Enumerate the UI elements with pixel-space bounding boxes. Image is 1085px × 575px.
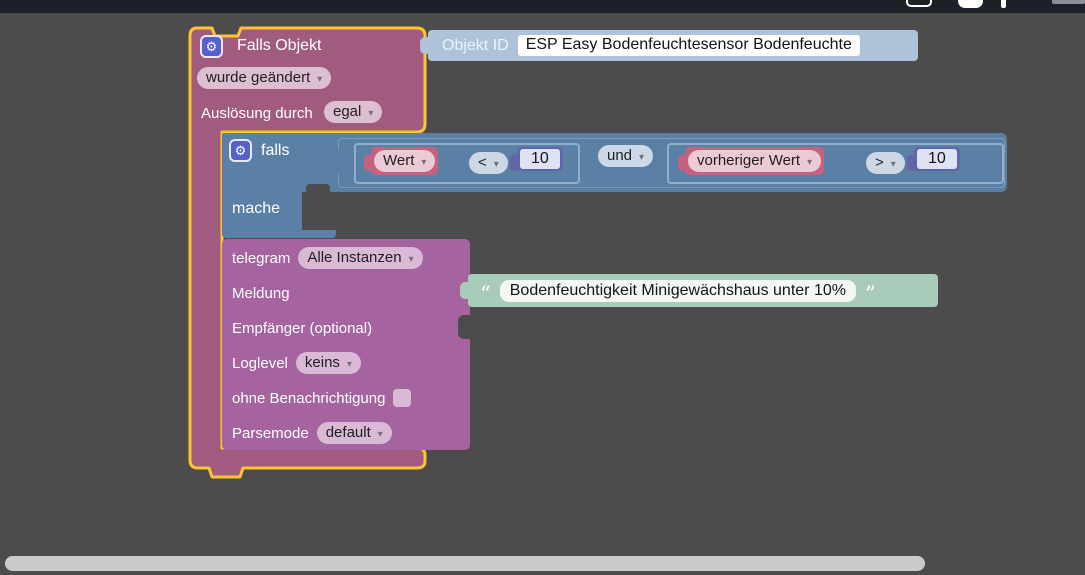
telegram-loglevel-label: Loglevel: [232, 354, 288, 372]
text-input[interactable]: Bodenfeuchtigkeit Minigewächshaus unter …: [499, 279, 856, 302]
telegram-silent-checkbox[interactable]: [393, 389, 412, 407]
empty-statement-socket[interactable]: [306, 184, 330, 192]
und-operator-dropdown[interactable]: und: [598, 145, 654, 167]
dropdown-arrow-icon: [891, 154, 896, 171]
objekt-id-block[interactable]: Objekt ID ESP Easy Bodenfeuchtesensor Bo…: [420, 30, 918, 61]
operator-dropdown[interactable]: >: [866, 152, 905, 174]
objekt-id-input[interactable]: ESP Easy Bodenfeuchtesensor Bodenfeuchte: [517, 35, 860, 56]
dropdown-arrow-icon: [807, 152, 812, 169]
open-quote-icon: “: [480, 282, 491, 307]
operator-dropdown[interactable]: <: [469, 152, 508, 174]
telegram-loglevel-dropdown[interactable]: keins: [295, 352, 361, 374]
value-dropdown[interactable]: Wert: [374, 150, 436, 172]
trigger-event-value: wurde geändert: [206, 69, 311, 86]
falls-block-bottom[interactable]: [222, 230, 336, 238]
dropdown-arrow-icon: [639, 147, 644, 164]
und-operator-value: und: [607, 147, 633, 164]
mutator-gear-icon[interactable]: ⚙: [200, 35, 223, 58]
trigger-title: Falls Objekt: [237, 37, 322, 54]
dropdown-arrow-icon: [409, 249, 414, 266]
operator-value: >: [875, 154, 884, 171]
number-input[interactable]: 10: [520, 149, 560, 169]
logic-und-output-tab: [327, 150, 341, 174]
telegram-title: telegram: [232, 249, 291, 267]
telegram-recipient-label: Empfänger (optional): [232, 319, 373, 337]
mache-label: mache: [232, 200, 281, 217]
dropdown-arrow-icon: [368, 103, 373, 120]
close-quote-icon: ”: [864, 282, 876, 307]
operator-value: <: [478, 154, 487, 171]
dropdown-arrow-icon: [378, 424, 383, 441]
telegram-loglevel-value: keins: [304, 354, 340, 371]
telegram-message-label: Meldung: [232, 284, 290, 302]
value-name: vorheriger Wert: [697, 152, 801, 169]
number-block[interactable]: 10: [510, 147, 563, 171]
trigger-by-value: egal: [333, 103, 362, 120]
trigger-event-dropdown[interactable]: wurde geändert: [197, 67, 332, 89]
telegram-block[interactable]: telegram Alle Instanzen Meldung Empfänge…: [222, 239, 470, 450]
blockly-workspace[interactable]: ⚙ Falls Objekt wurde geändert Auslösung …: [0, 0, 1085, 575]
horizontal-scrollbar[interactable]: [5, 556, 925, 571]
text-block[interactable]: “ Bodenfeuchtigkeit Minigewächshaus unte…: [460, 274, 938, 307]
telegram-parsemode-value: default: [325, 424, 371, 441]
telegram-silent-label: ohne Benachrichtigung: [232, 389, 386, 407]
dropdown-arrow-icon: [347, 354, 352, 371]
mutator-gear-icon[interactable]: ⚙: [229, 139, 252, 162]
value-name: Wert: [383, 152, 415, 169]
objekt-id-label: Objekt ID: [442, 36, 509, 54]
telegram-instance-dropdown[interactable]: Alle Instanzen: [298, 247, 423, 269]
telegram-instance-value: Alle Instanzen: [307, 249, 402, 266]
dropdown-arrow-icon: [317, 69, 322, 86]
trigger-by-dropdown[interactable]: egal: [324, 101, 383, 123]
dropdown-arrow-icon: [421, 152, 426, 169]
empty-value-socket[interactable]: [458, 315, 471, 339]
trigger-by-label: Auslösung durch: [201, 105, 313, 122]
falls-label: falls: [261, 142, 290, 159]
telegram-parsemode-label: Parsemode: [232, 424, 309, 442]
dropdown-arrow-icon: [494, 154, 499, 171]
number-block[interactable]: 10: [907, 147, 960, 171]
number-input[interactable]: 10: [917, 149, 957, 169]
value-block-wert[interactable]: Wert: [363, 147, 439, 175]
value-block-vorheriger-wert[interactable]: vorheriger Wert: [677, 147, 825, 175]
telegram-parsemode-dropdown[interactable]: default: [316, 422, 392, 444]
value-dropdown[interactable]: vorheriger Wert: [688, 150, 822, 172]
